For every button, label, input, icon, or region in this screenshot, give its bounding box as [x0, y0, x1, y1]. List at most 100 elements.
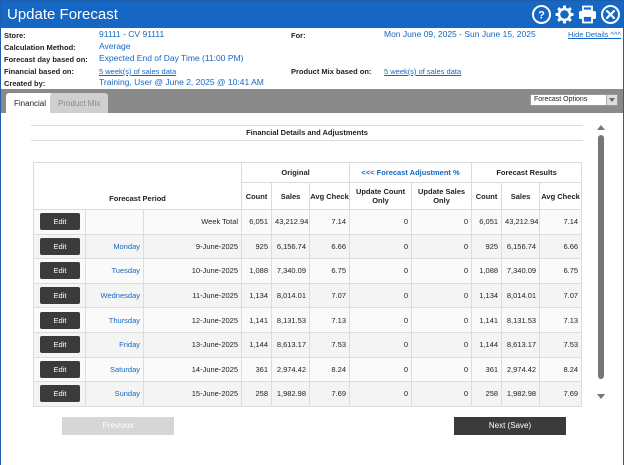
- row-avg-check: 7.13: [309, 307, 351, 333]
- edit-button[interactable]: Edit: [40, 311, 80, 329]
- row-date: 13-June-2025: [142, 331, 243, 358]
- row-sales: 1,982.98: [271, 381, 311, 407]
- update-forecast-window: Update Forecast ? Store: 91111 - CV 9111…: [0, 0, 624, 465]
- row-date: 14-June-2025: [142, 356, 243, 383]
- tab-product-mix[interactable]: Product Mix: [50, 93, 109, 113]
- row-sales: 8,131.53: [271, 307, 311, 333]
- row-result-count: 925: [471, 233, 503, 260]
- window-title: Update Forecast: [7, 6, 118, 23]
- title-bar: Update Forecast ?: [1, 1, 623, 28]
- scroll-down-arrow-icon[interactable]: [597, 394, 605, 399]
- forecast-adjustment-header[interactable]: <<< Forecast Adjustment %: [349, 162, 473, 183]
- row-update-sales: 0: [411, 356, 473, 383]
- row-day[interactable]: Monday: [85, 233, 144, 260]
- edit-button[interactable]: Edit: [40, 237, 80, 255]
- row-sales: 2,974.42: [271, 356, 311, 383]
- row-count: 258: [241, 381, 273, 407]
- row-day[interactable]: Friday: [85, 331, 144, 358]
- row-day[interactable]: Sunday: [85, 381, 144, 407]
- col-header-result-sales: Sales: [501, 182, 541, 210]
- row-sales: 43,212.94: [271, 209, 311, 235]
- col-header-sales: Sales: [271, 182, 311, 210]
- row-count: 1,088: [241, 258, 273, 284]
- col-header-result-count: Count: [471, 182, 503, 210]
- row-result-avg-check: 6.75: [539, 258, 583, 284]
- vertical-scrollbar[interactable]: [596, 123, 606, 401]
- row-update-count: 0: [349, 209, 413, 235]
- row-count: 1,141: [241, 307, 273, 333]
- row-avg-check: 7.53: [309, 331, 351, 358]
- row-result-avg-check: 7.69: [539, 381, 583, 407]
- row-day[interactable]: Tuesday: [85, 258, 144, 284]
- row-sales: 7,340.09: [271, 258, 311, 284]
- edit-button[interactable]: Edit: [40, 262, 80, 280]
- tab-financial[interactable]: Financial: [6, 93, 55, 113]
- scroll-thumb[interactable]: [598, 135, 604, 379]
- next-save-button[interactable]: Next (Save): [454, 417, 566, 435]
- row-date: 11-June-2025: [142, 282, 243, 309]
- col-header-update-count: Update Count Only: [349, 182, 413, 210]
- table-row-saturday: Edit Saturday 14-June-2025 361 2,974.42 …: [33, 356, 583, 383]
- calculation-method-label: Calculation Method:: [4, 43, 76, 52]
- row-count: 1,134: [241, 282, 273, 309]
- row-date: Week Total: [142, 209, 243, 235]
- close-icon[interactable]: [600, 4, 621, 25]
- section-title: Financial Details and Adjustments: [31, 125, 583, 141]
- calculation-method-value: Average: [99, 41, 131, 51]
- table-row-week-total: Edit Week Total 6,051 43,212.94 7.14 0 0…: [33, 209, 583, 235]
- row-result-sales: 8,613.17: [501, 331, 541, 358]
- row-update-count: 0: [349, 381, 413, 407]
- edit-button[interactable]: Edit: [40, 336, 80, 354]
- help-icon[interactable]: ?: [531, 4, 552, 25]
- row-day[interactable]: Thursday: [85, 307, 144, 333]
- created-by-value: Training, User @ June 2, 2025 @ 10:41 AM: [99, 77, 264, 87]
- col-header-result-avg-check: Avg Check: [539, 182, 583, 210]
- row-result-avg-check: 7.14: [539, 209, 583, 235]
- financial-based-link[interactable]: 5 week(s) of sales data: [99, 67, 176, 76]
- store-label: Store:: [4, 31, 26, 40]
- row-result-count: 258: [471, 381, 503, 407]
- previous-button[interactable]: Previous: [62, 417, 174, 435]
- row-avg-check: 6.75: [309, 258, 351, 284]
- row-count: 1,144: [241, 331, 273, 358]
- print-icon[interactable]: [577, 4, 598, 25]
- row-day[interactable]: Wednesday: [85, 282, 144, 309]
- row-result-count: 1,141: [471, 307, 503, 333]
- product-mix-based-link[interactable]: 5 week(s) of sales data: [384, 67, 461, 76]
- forecast-results-group-header: Forecast Results: [471, 162, 583, 183]
- row-sales: 6,156.74: [271, 233, 311, 260]
- table-row-wednesday: Edit Wednesday 11-June-2025 1,134 8,014.…: [33, 282, 583, 309]
- scroll-up-arrow-icon[interactable]: [597, 125, 605, 130]
- original-group-header: Original: [241, 162, 351, 183]
- content-area: Financial Details and Adjustments Foreca…: [1, 113, 623, 465]
- row-result-sales: 6,156.74: [501, 233, 541, 260]
- row-result-count: 6,051: [471, 209, 503, 235]
- row-day[interactable]: Saturday: [85, 356, 144, 383]
- hide-details-link[interactable]: Hide Details ^^^: [568, 30, 621, 39]
- edit-button[interactable]: Edit: [40, 360, 80, 378]
- edit-button[interactable]: Edit: [40, 213, 80, 231]
- table-row-monday: Edit Monday 9-June-2025 925 6,156.74 6.6…: [33, 233, 583, 260]
- edit-button[interactable]: Edit: [40, 385, 80, 403]
- created-by-label: Created by:: [4, 79, 46, 88]
- chevron-down-icon: [606, 95, 617, 105]
- row-result-avg-check: 6.66: [539, 233, 583, 260]
- row-date: 12-June-2025: [142, 307, 243, 333]
- row-date: 15-June-2025: [142, 381, 243, 407]
- svg-text:?: ?: [538, 10, 545, 22]
- table-row-tuesday: Edit Tuesday 10-June-2025 1,088 7,340.09…: [33, 258, 583, 284]
- forecast-period-header: Forecast Period: [32, 162, 243, 210]
- row-update-count: 0: [349, 356, 413, 383]
- edit-button[interactable]: Edit: [40, 287, 80, 305]
- gear-icon[interactable]: [554, 4, 575, 25]
- row-result-sales: 7,340.09: [501, 258, 541, 284]
- financial-table: Forecast Period Original <<< Forecast Ad…: [32, 162, 583, 407]
- col-header-count: Count: [241, 182, 273, 210]
- row-avg-check: 7.14: [309, 209, 351, 235]
- row-sales: 8,613.17: [271, 331, 311, 358]
- row-update-sales: 0: [411, 233, 473, 260]
- forecast-options-select[interactable]: Forecast Options: [530, 94, 618, 106]
- row-update-sales: 0: [411, 307, 473, 333]
- row-result-avg-check: 7.07: [539, 282, 583, 309]
- row-update-sales: 0: [411, 209, 473, 235]
